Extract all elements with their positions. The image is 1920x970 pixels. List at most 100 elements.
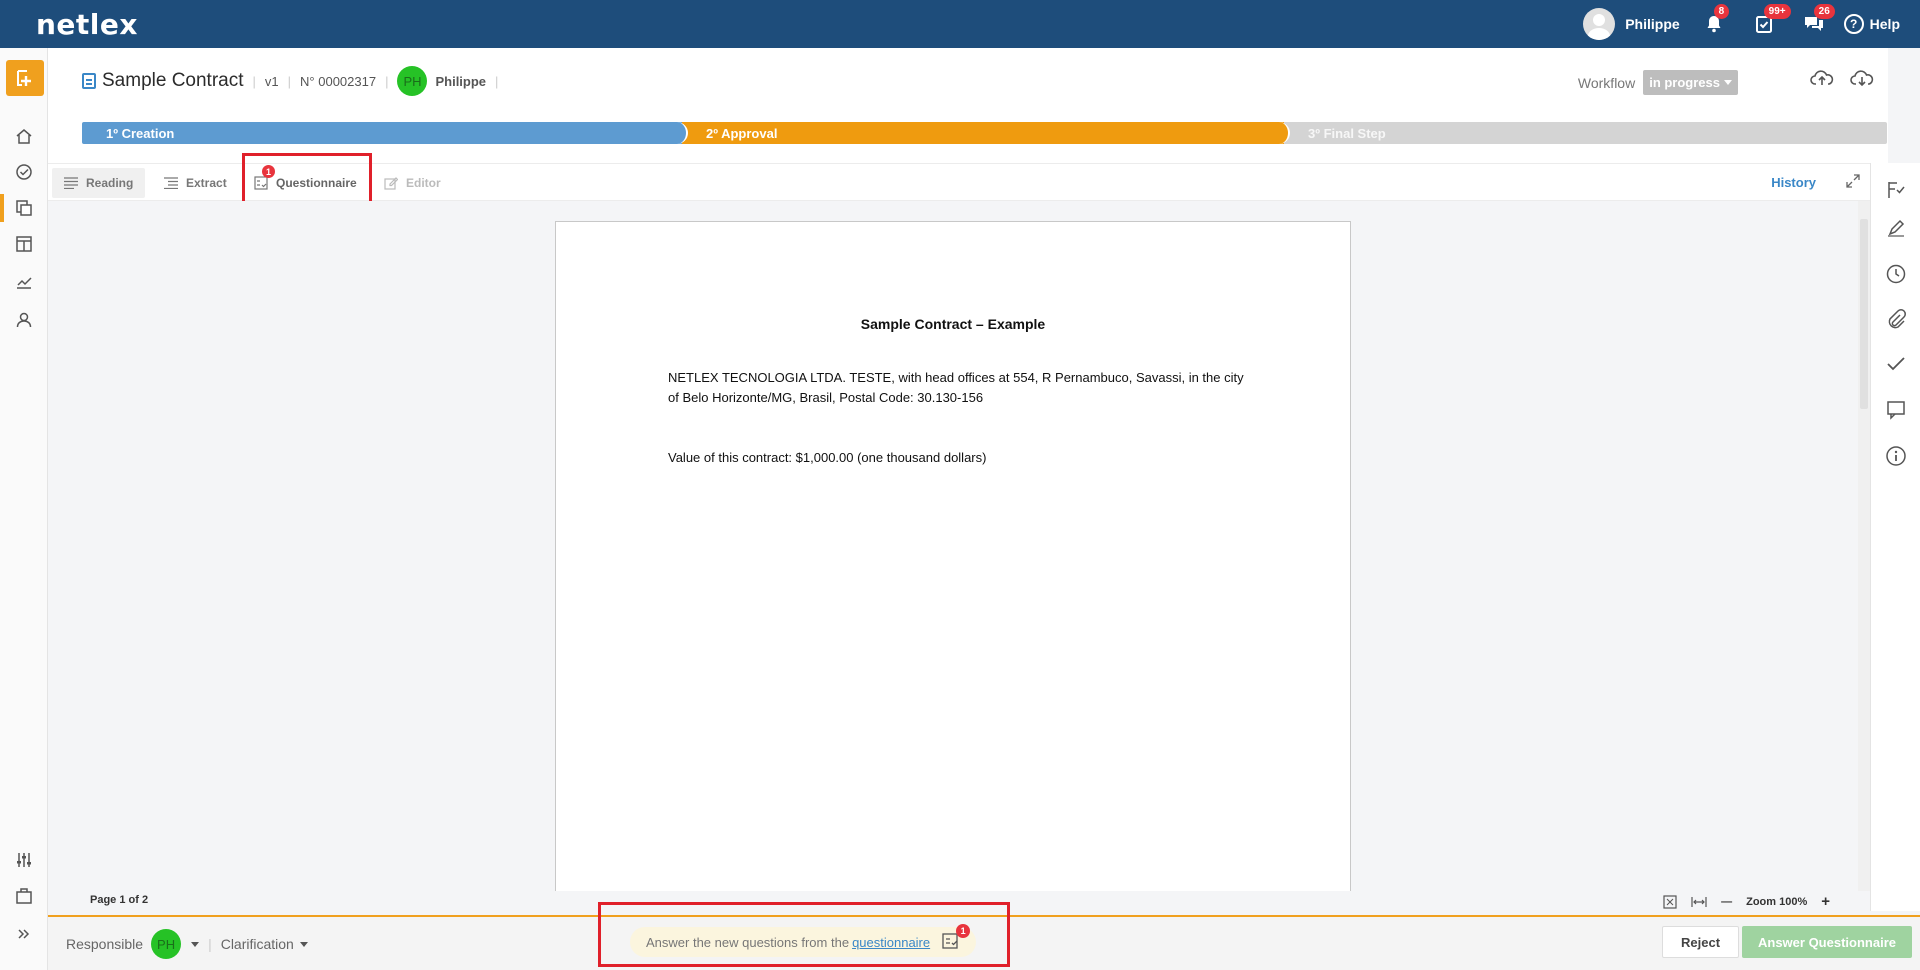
notifications-button[interactable]: 8 <box>1702 4 1730 36</box>
notice-badge: 1 <box>956 923 971 938</box>
divider: | <box>495 73 499 89</box>
workflow-status-area: Workflow in progress <box>1578 70 1738 95</box>
tab-extract[interactable]: Extract <box>152 168 239 198</box>
user-name: Philippe <box>1625 16 1680 32</box>
info-icon[interactable] <box>1885 445 1907 467</box>
tab-reading[interactable]: Reading <box>52 168 146 198</box>
workflow-status-value: in progress <box>1649 75 1720 90</box>
briefcase-icon[interactable] <box>12 884 36 908</box>
questionnaire-notice: Answer the new questions from the questi… <box>630 923 977 957</box>
questionnaire-notice-icon[interactable]: 1 <box>942 923 971 953</box>
workflow-steps: 1º Creation 2º Approval 3º Final Step <box>82 122 1887 144</box>
board-icon[interactable] <box>12 232 36 256</box>
dashboard-check-icon[interactable] <box>12 160 36 184</box>
page-count: Page 1 of 2 <box>90 894 149 906</box>
reject-button[interactable]: Reject <box>1662 926 1740 958</box>
tab-editor[interactable]: Editor <box>372 168 453 198</box>
chevron-down-icon[interactable] <box>191 941 200 947</box>
document-title-row: Sample Contract | v1 | N° 00002317 | PH … <box>82 66 507 96</box>
step-approval[interactable]: 2º Approval <box>682 122 1290 144</box>
fit-width-icon[interactable] <box>1691 895 1707 909</box>
help-label: Help <box>1869 16 1900 32</box>
chevron-down-icon <box>1724 80 1732 85</box>
messages-button[interactable]: 26 <box>1802 4 1835 36</box>
zoom-in-icon[interactable]: + <box>1821 893 1830 910</box>
answer-questionnaire-button[interactable]: Answer Questionnaire <box>1742 926 1912 958</box>
cloud-upload-icon[interactable] <box>1810 68 1834 88</box>
flag-check-icon[interactable] <box>1885 179 1907 201</box>
zoom-out-icon[interactable]: — <box>1721 896 1732 908</box>
questionnaire-link[interactable]: questionnaire <box>852 935 930 950</box>
comment-icon[interactable] <box>1885 399 1907 421</box>
clarification-dropdown[interactable]: Clarification <box>221 936 294 952</box>
cloud-download-icon[interactable] <box>1850 68 1874 88</box>
tab-questionnaire[interactable]: 1 Questionnaire <box>242 165 369 198</box>
document-icon <box>82 73 96 89</box>
step-creation[interactable]: 1º Creation <box>82 122 688 144</box>
signature-pen-icon[interactable] <box>1885 217 1907 239</box>
help-icon: ? <box>1843 14 1864 34</box>
page-paragraph-party: NETLEX TECNOLOGIA LTDA. TESTE, with head… <box>668 370 1244 405</box>
bottom-action-bar: Responsible PH | Clarification Answer th… <box>48 915 1920 970</box>
settings-sliders-icon[interactable] <box>12 848 36 872</box>
document-scrollbar[interactable] <box>1858 201 1870 891</box>
tasks-button[interactable]: 99+ <box>1752 4 1791 36</box>
document-title[interactable]: Sample Contract <box>102 70 244 92</box>
workflow-status-dropdown[interactable]: in progress <box>1643 70 1738 95</box>
tab-extract-label: Extract <box>186 176 227 190</box>
messages-badge: 26 <box>1813 4 1835 19</box>
top-right-area: Philippe 8 99+ 26 ? Help <box>1583 4 1900 40</box>
divider: | <box>208 936 212 952</box>
lines-icon <box>64 177 78 189</box>
paperclip-icon[interactable] <box>1885 308 1907 330</box>
fit-page-icon[interactable] <box>1663 894 1677 909</box>
document-page: Sample Contract – Example NETLEX TECNOLO… <box>555 221 1351 891</box>
user-icon[interactable] <box>12 308 36 332</box>
new-document-button[interactable] <box>6 60 44 96</box>
user-avatar <box>1583 8 1616 40</box>
owner-name: Philippe <box>435 73 487 89</box>
documents-icon[interactable] <box>12 196 36 220</box>
netlex-logo[interactable]: netlex <box>36 8 138 41</box>
cloud-actions <box>1810 68 1874 88</box>
divider: | <box>385 73 389 89</box>
divider: | <box>252 73 256 89</box>
questionnaire-icon <box>254 176 268 190</box>
notice-text: Answer the new questions from the <box>646 934 850 950</box>
history-link[interactable]: History <box>1771 175 1816 190</box>
responsible-avatar[interactable]: PH <box>151 929 182 959</box>
zoom-tools: — Zoom 100% + <box>1663 893 1830 910</box>
user-menu[interactable]: Philippe <box>1583 8 1680 40</box>
questionnaire-tab-badge: 1 <box>262 165 275 178</box>
document-version: v1 <box>264 73 279 89</box>
chevron-down-icon[interactable] <box>299 941 308 947</box>
fullscreen-expand-icon[interactable] <box>1846 174 1860 188</box>
sidebar-active-indicator <box>0 194 4 222</box>
page-heading: Sample Contract – Example <box>860 316 1046 332</box>
analytics-icon[interactable] <box>12 270 36 294</box>
document-header: Sample Contract | v1 | N° 00002317 | PH … <box>48 48 1888 163</box>
home-icon[interactable] <box>12 124 36 148</box>
responsible-label: Responsible <box>66 936 144 952</box>
zoom-level: Zoom 100% <box>1746 895 1808 908</box>
document-viewer[interactable]: Sample Contract – Example NETLEX TECNOLO… <box>48 201 1870 891</box>
tab-questionnaire-label: Questionnaire <box>276 176 357 190</box>
help-button[interactable]: ? Help <box>1843 14 1900 34</box>
check-icon[interactable] <box>1885 353 1907 375</box>
scrollbar-thumb[interactable] <box>1860 219 1868 409</box>
viewer-status-line: Page 1 of 2 — Zoom 100% + <box>48 891 1870 911</box>
tab-reading-label: Reading <box>86 176 134 190</box>
tasks-badge: 99+ <box>1763 4 1791 19</box>
right-toolbar <box>1870 163 1920 911</box>
top-bar: netlex Philippe 8 99+ 26 ? Help <box>0 0 1920 48</box>
expand-sidebar-icon[interactable] <box>12 922 36 946</box>
view-tabs: Reading Extract 1 Questionnaire Editor H… <box>48 163 1888 201</box>
indent-lines-icon <box>164 177 178 189</box>
step-final[interactable]: 3º Final Step <box>1284 122 1887 144</box>
document-number: N° 00002317 <box>300 73 377 89</box>
left-sidebar <box>0 48 48 970</box>
history-clock-icon[interactable] <box>1885 263 1907 285</box>
add-document-icon <box>17 70 31 86</box>
workflow-label: Workflow <box>1577 74 1636 91</box>
tab-editor-label: Editor <box>406 176 441 190</box>
